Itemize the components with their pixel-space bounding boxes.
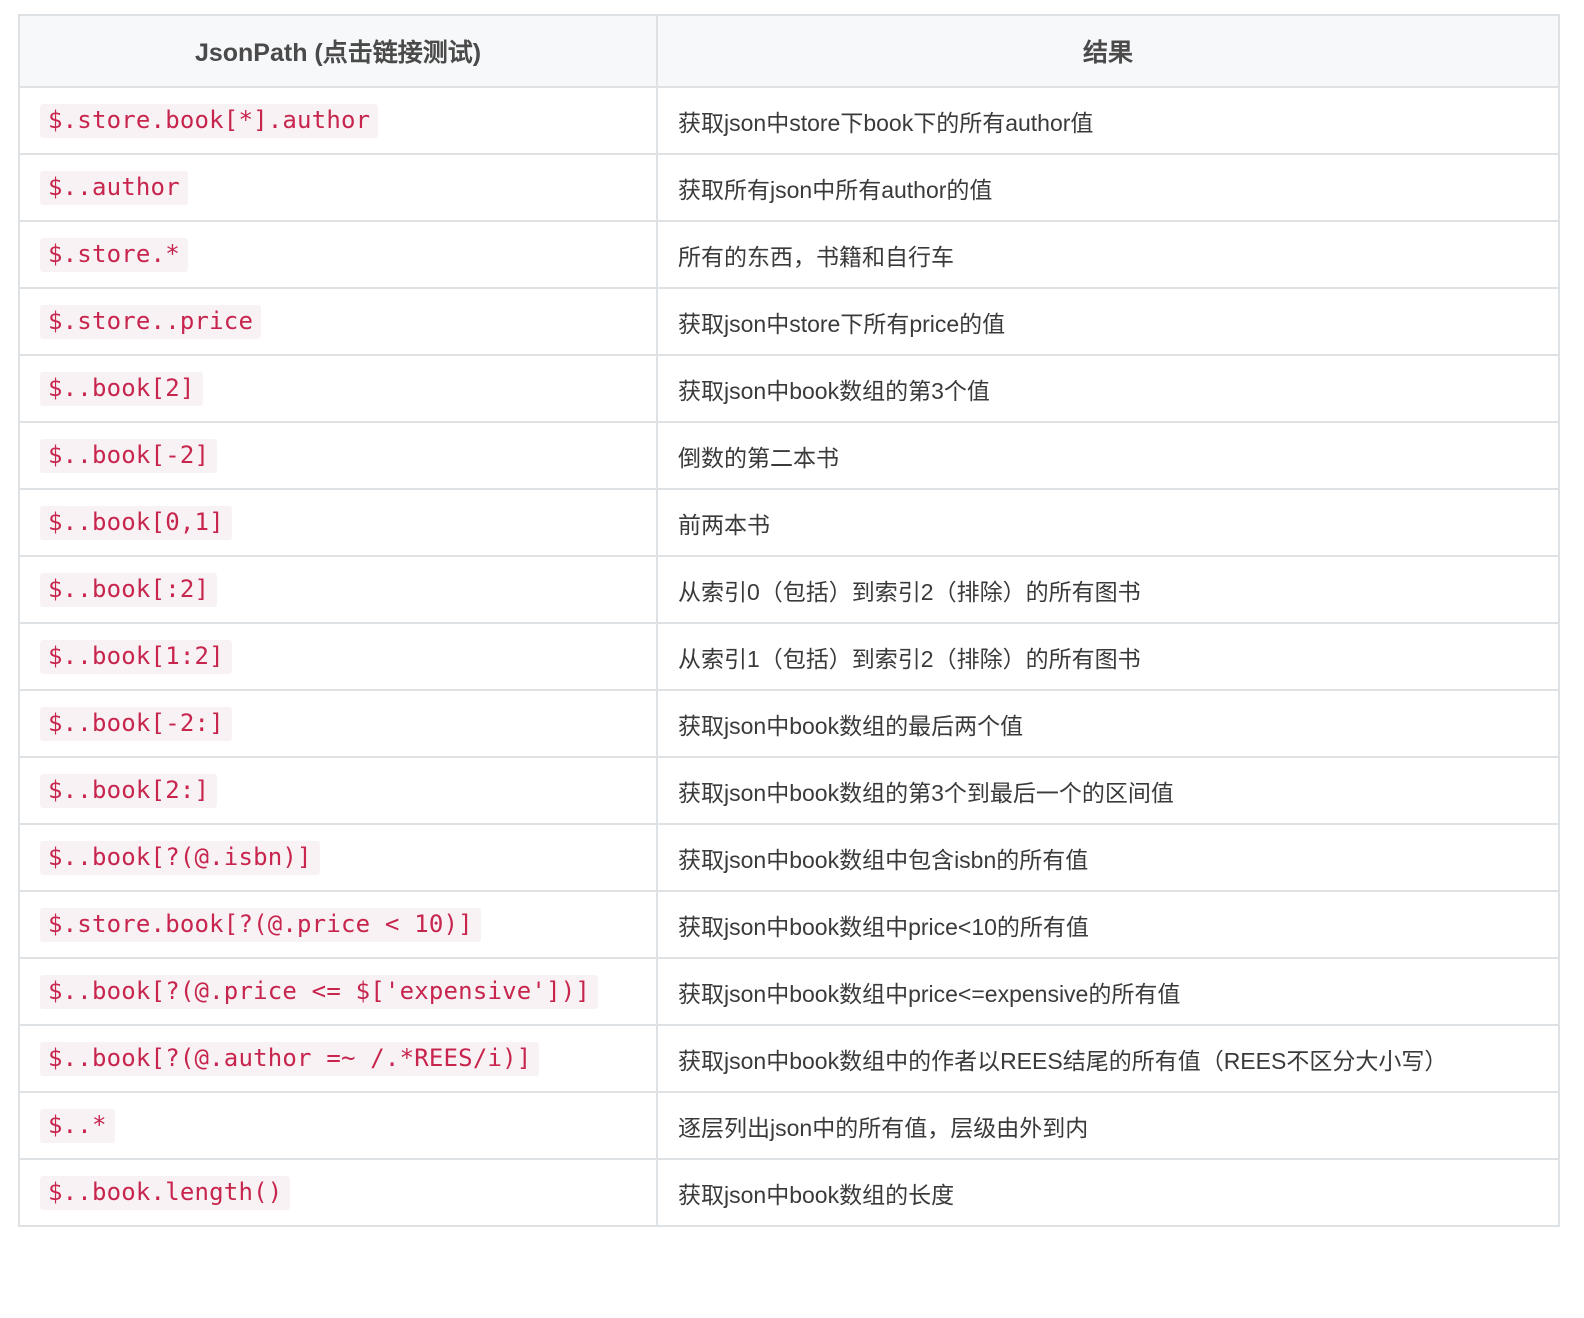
jsonpath-expression: $..book[?(@.price <= $['expensive'])] (40, 974, 599, 1009)
result-cell: 所有的东西，书籍和自行车 (656, 220, 1560, 289)
jsonpath-cell: $..book[1:2] (18, 622, 658, 691)
table-row: $..book[?(@.price <= $['expensive'])] 获取j… (18, 957, 1560, 1026)
jsonpath-expression: $..book.length() (40, 1175, 291, 1210)
result-cell: 获取json中book数组中包含isbn的所有值 (656, 823, 1560, 892)
table-row: $..book[:2] 从索引0（包括）到索引2（排除）的所有图书 (18, 555, 1560, 624)
table-row: $..book[?(@.author =~ /.*REES/i)] 获取json中… (18, 1024, 1560, 1093)
jsonpath-cell: $.store.book[*].author (18, 86, 658, 155)
table-row: $..* 逐层列出json中的所有值，层级由外到内 (18, 1091, 1560, 1160)
jsonpath-expression: $..book[0,1] (40, 505, 232, 540)
jsonpath-expression: $..book[?(@.author =~ /.*REES/i)] (40, 1041, 540, 1076)
table-row: $.store.* 所有的东西，书籍和自行车 (18, 220, 1560, 289)
result-cell: 获取json中book数组的最后两个值 (656, 689, 1560, 758)
table-row: $.store.book[?(@.price < 10)] 获取json中book… (18, 890, 1560, 959)
table-row: $..author 获取所有json中所有author的值 (18, 153, 1560, 222)
jsonpath-expression: $..book[:2] (40, 572, 218, 607)
jsonpath-cell: $..book[?(@.price <= $['expensive'])] (18, 957, 658, 1026)
jsonpath-expression: $..book[-2] (40, 438, 218, 473)
jsonpath-expression: $..book[2] (40, 371, 203, 406)
result-cell: 获取json中book数组的第3个值 (656, 354, 1560, 423)
jsonpath-cell: $..book[2:] (18, 756, 658, 825)
jsonpath-expression: $..book[?(@.isbn)] (40, 840, 320, 875)
result-cell: 获取所有json中所有author的值 (656, 153, 1560, 222)
jsonpath-cell: $..book[0,1] (18, 488, 658, 557)
header-jsonpath: JsonPath (点击链接测试) (18, 14, 658, 88)
result-cell: 获取json中book数组中的作者以REES结尾的所有值（REES不区分大小写） (656, 1024, 1560, 1093)
result-cell: 获取json中book数组的第3个到最后一个的区间值 (656, 756, 1560, 825)
jsonpath-cell: $..book.length() (18, 1158, 658, 1227)
jsonpath-cell: $..book[?(@.author =~ /.*REES/i)] (18, 1024, 658, 1093)
table-row: $.store.book[*].author 获取json中store下book下… (18, 86, 1560, 155)
jsonpath-cell: $..book[2] (18, 354, 658, 423)
result-cell: 获取json中book数组中price<10的所有值 (656, 890, 1560, 959)
jsonpath-expression: $..book[1:2] (40, 639, 232, 674)
result-cell: 倒数的第二本书 (656, 421, 1560, 490)
result-cell: 获取json中book数组中price<=expensive的所有值 (656, 957, 1560, 1026)
jsonpath-cell: $..* (18, 1091, 658, 1160)
jsonpath-cell: $..author (18, 153, 658, 222)
page: JsonPath (点击链接测试) 结果 $.store.book[*].aut… (0, 0, 1584, 1318)
table-row: $..book[-2] 倒数的第二本书 (18, 421, 1560, 490)
result-cell: 从索引0（包括）到索引2（排除）的所有图书 (656, 555, 1560, 624)
jsonpath-expression: $.store..price (40, 304, 262, 339)
jsonpath-expression: $..book[-2:] (40, 706, 232, 741)
jsonpath-cell: $..book[-2] (18, 421, 658, 490)
table-row: $..book[0,1] 前两本书 (18, 488, 1560, 557)
jsonpath-expression: $..author (40, 170, 188, 205)
table-body: $.store.book[*].author 获取json中store下book下… (18, 86, 1560, 1227)
jsonpath-cell: $..book[?(@.isbn)] (18, 823, 658, 892)
jsonpath-expression: $..* (40, 1108, 115, 1143)
jsonpath-expression: $.store.book[*].author (40, 103, 379, 138)
jsonpath-cell: $..book[:2] (18, 555, 658, 624)
table-row: $..book[?(@.isbn)] 获取json中book数组中包含isbn的所… (18, 823, 1560, 892)
result-cell: 前两本书 (656, 488, 1560, 557)
jsonpath-table: JsonPath (点击链接测试) 结果 $.store.book[*].aut… (18, 14, 1560, 1227)
header-result: 结果 (656, 14, 1560, 88)
table-row: $..book.length() 获取json中book数组的长度 (18, 1158, 1560, 1227)
result-cell: 从索引1（包括）到索引2（排除）的所有图书 (656, 622, 1560, 691)
result-cell: 获取json中store下book下的所有author值 (656, 86, 1560, 155)
jsonpath-expression: $..book[2:] (40, 773, 218, 808)
table-row: $.store..price 获取json中store下所有price的值 (18, 287, 1560, 356)
table-row: $..book[-2:] 获取json中book数组的最后两个值 (18, 689, 1560, 758)
jsonpath-cell: $.store..price (18, 287, 658, 356)
result-cell: 获取json中book数组的长度 (656, 1158, 1560, 1227)
result-cell: 获取json中store下所有price的值 (656, 287, 1560, 356)
result-cell: 逐层列出json中的所有值，层级由外到内 (656, 1091, 1560, 1160)
jsonpath-expression: $.store.* (40, 237, 188, 272)
jsonpath-cell: $..book[-2:] (18, 689, 658, 758)
jsonpath-cell: $.store.book[?(@.price < 10)] (18, 890, 658, 959)
table-header-row: JsonPath (点击链接测试) 结果 (18, 14, 1560, 88)
jsonpath-cell: $.store.* (18, 220, 658, 289)
jsonpath-expression: $.store.book[?(@.price < 10)] (40, 907, 481, 942)
table-row: $..book[2] 获取json中book数组的第3个值 (18, 354, 1560, 423)
table-row: $..book[1:2] 从索引1（包括）到索引2（排除）的所有图书 (18, 622, 1560, 691)
table-row: $..book[2:] 获取json中book数组的第3个到最后一个的区间值 (18, 756, 1560, 825)
